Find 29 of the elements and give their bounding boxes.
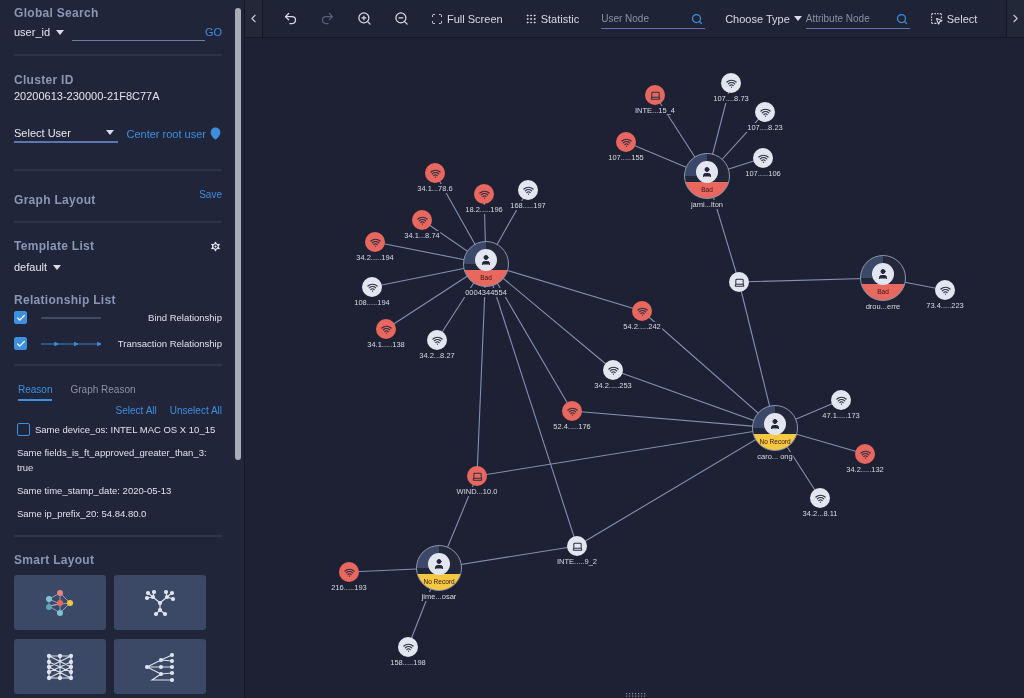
go-button[interactable]: GO (204, 26, 222, 38)
section-title: Cluster ID (14, 73, 75, 87)
select-all-link[interactable]: Select All (115, 405, 157, 416)
user-dropdown[interactable]: Select User (14, 124, 118, 143)
section-title: Relationship List (14, 293, 117, 307)
reason-tab[interactable]: Reason (18, 384, 53, 401)
reason-text: Same fields_is_ft_approved_greater_than_3: true (16, 446, 208, 475)
relationship-label: Bind Relationship (148, 312, 222, 323)
reason-text: Same ip_prefix_20: 54.84.80.0 (16, 507, 148, 521)
statistic-button[interactable]: Statistic (524, 12, 580, 25)
cluster-id: 20200613-230000-21F8C77A (14, 90, 161, 102)
field-dropdown[interactable]: user_id (14, 26, 65, 38)
section-title: Smart Layout (14, 553, 96, 567)
reason-tab[interactable]: Graph Reason (70, 384, 136, 401)
unselect-all-link[interactable]: Unselect All (169, 405, 222, 416)
type-dropdown[interactable]: Choose Type (725, 12, 802, 25)
search-field[interactable]: Attribute Node (805, 8, 910, 29)
section-title: Global Search (14, 6, 100, 20)
search-field[interactable]: User Node (601, 8, 706, 29)
full-screen-button[interactable]: Full Screen (431, 12, 503, 25)
section-title: Template List (14, 239, 95, 253)
center-root-user-link[interactable]: Center root user (126, 127, 206, 140)
save-button[interactable]: Save (199, 188, 222, 200)
template-dropdown[interactable]: default (14, 261, 62, 273)
reason-text: Same time_stamp_date: 2020-05-13 (16, 484, 173, 498)
reason-text: Same device_os: INTEL MAC OS X 10_15 (35, 423, 216, 437)
select-button[interactable]: Select (929, 12, 978, 25)
section-title: Graph Layout (14, 193, 96, 207)
relationship-label: Transaction Relationship (117, 338, 222, 349)
